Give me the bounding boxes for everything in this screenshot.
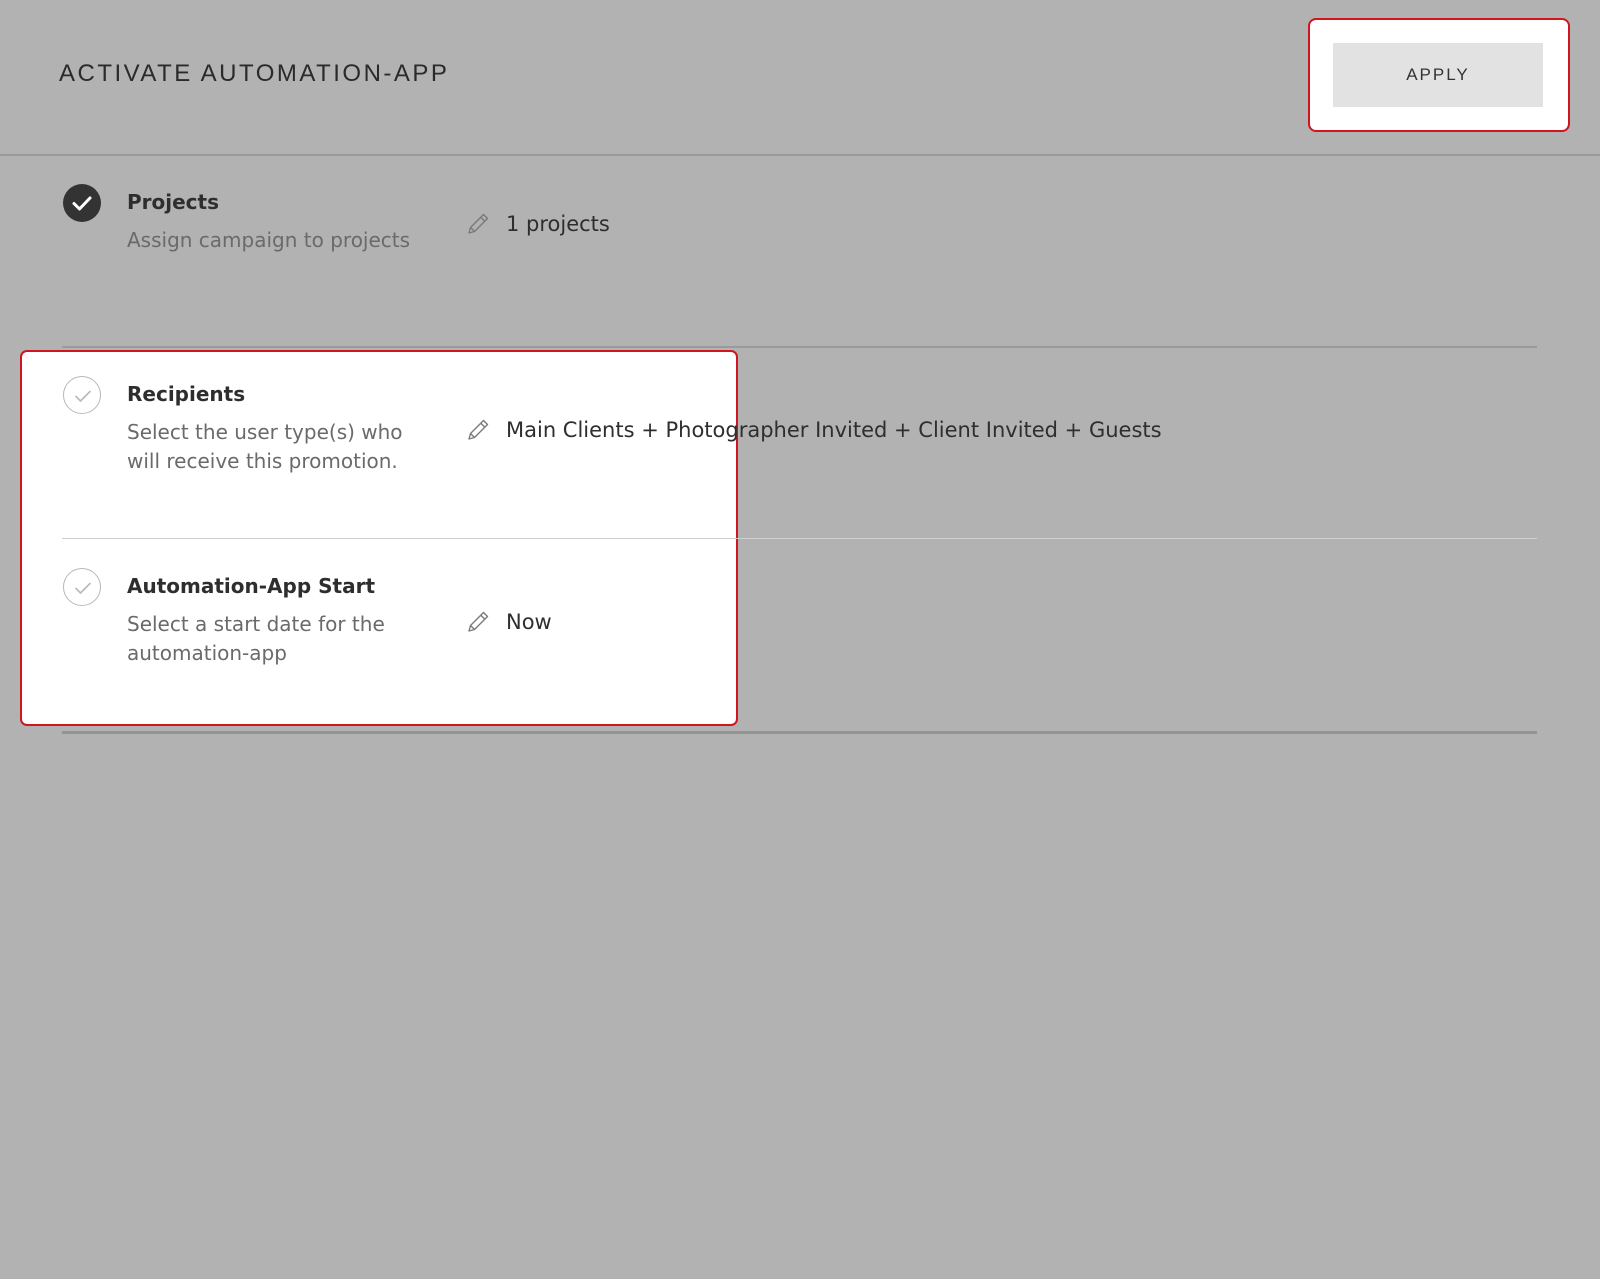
step-value: 1 projects: [506, 212, 610, 236]
step-start: Automation-App Start Select a start date…: [0, 540, 1600, 730]
divider: [62, 538, 1537, 539]
step-description: Assign campaign to projects: [127, 228, 411, 252]
check-outline-icon: [63, 376, 101, 414]
pencil-icon[interactable]: [464, 608, 492, 636]
step-projects: Projects Assign campaign to projects 1 p…: [0, 156, 1600, 346]
step-value: Now: [506, 610, 552, 634]
step-description: Select a start date for the automation-a…: [127, 612, 385, 665]
pencil-icon[interactable]: [464, 416, 492, 444]
check-filled-icon: [63, 184, 101, 222]
page-title: ACTIVATE AUTOMATION-APP: [59, 60, 450, 87]
pencil-icon[interactable]: [464, 210, 492, 238]
divider: [62, 731, 1537, 734]
step-description: Select the user type(s) who will receive…: [127, 420, 403, 473]
apply-button-highlight: APPLY: [1308, 18, 1570, 132]
check-outline-icon: [63, 568, 101, 606]
step-title: Automation-App Start: [127, 574, 376, 598]
step-recipients: Recipients Select the user type(s) who w…: [0, 348, 1600, 538]
apply-button[interactable]: APPLY: [1333, 43, 1543, 107]
step-title: Recipients: [127, 382, 246, 406]
step-value: Main Clients + Photographer Invited + Cl…: [506, 418, 1162, 442]
step-title: Projects: [127, 190, 220, 214]
